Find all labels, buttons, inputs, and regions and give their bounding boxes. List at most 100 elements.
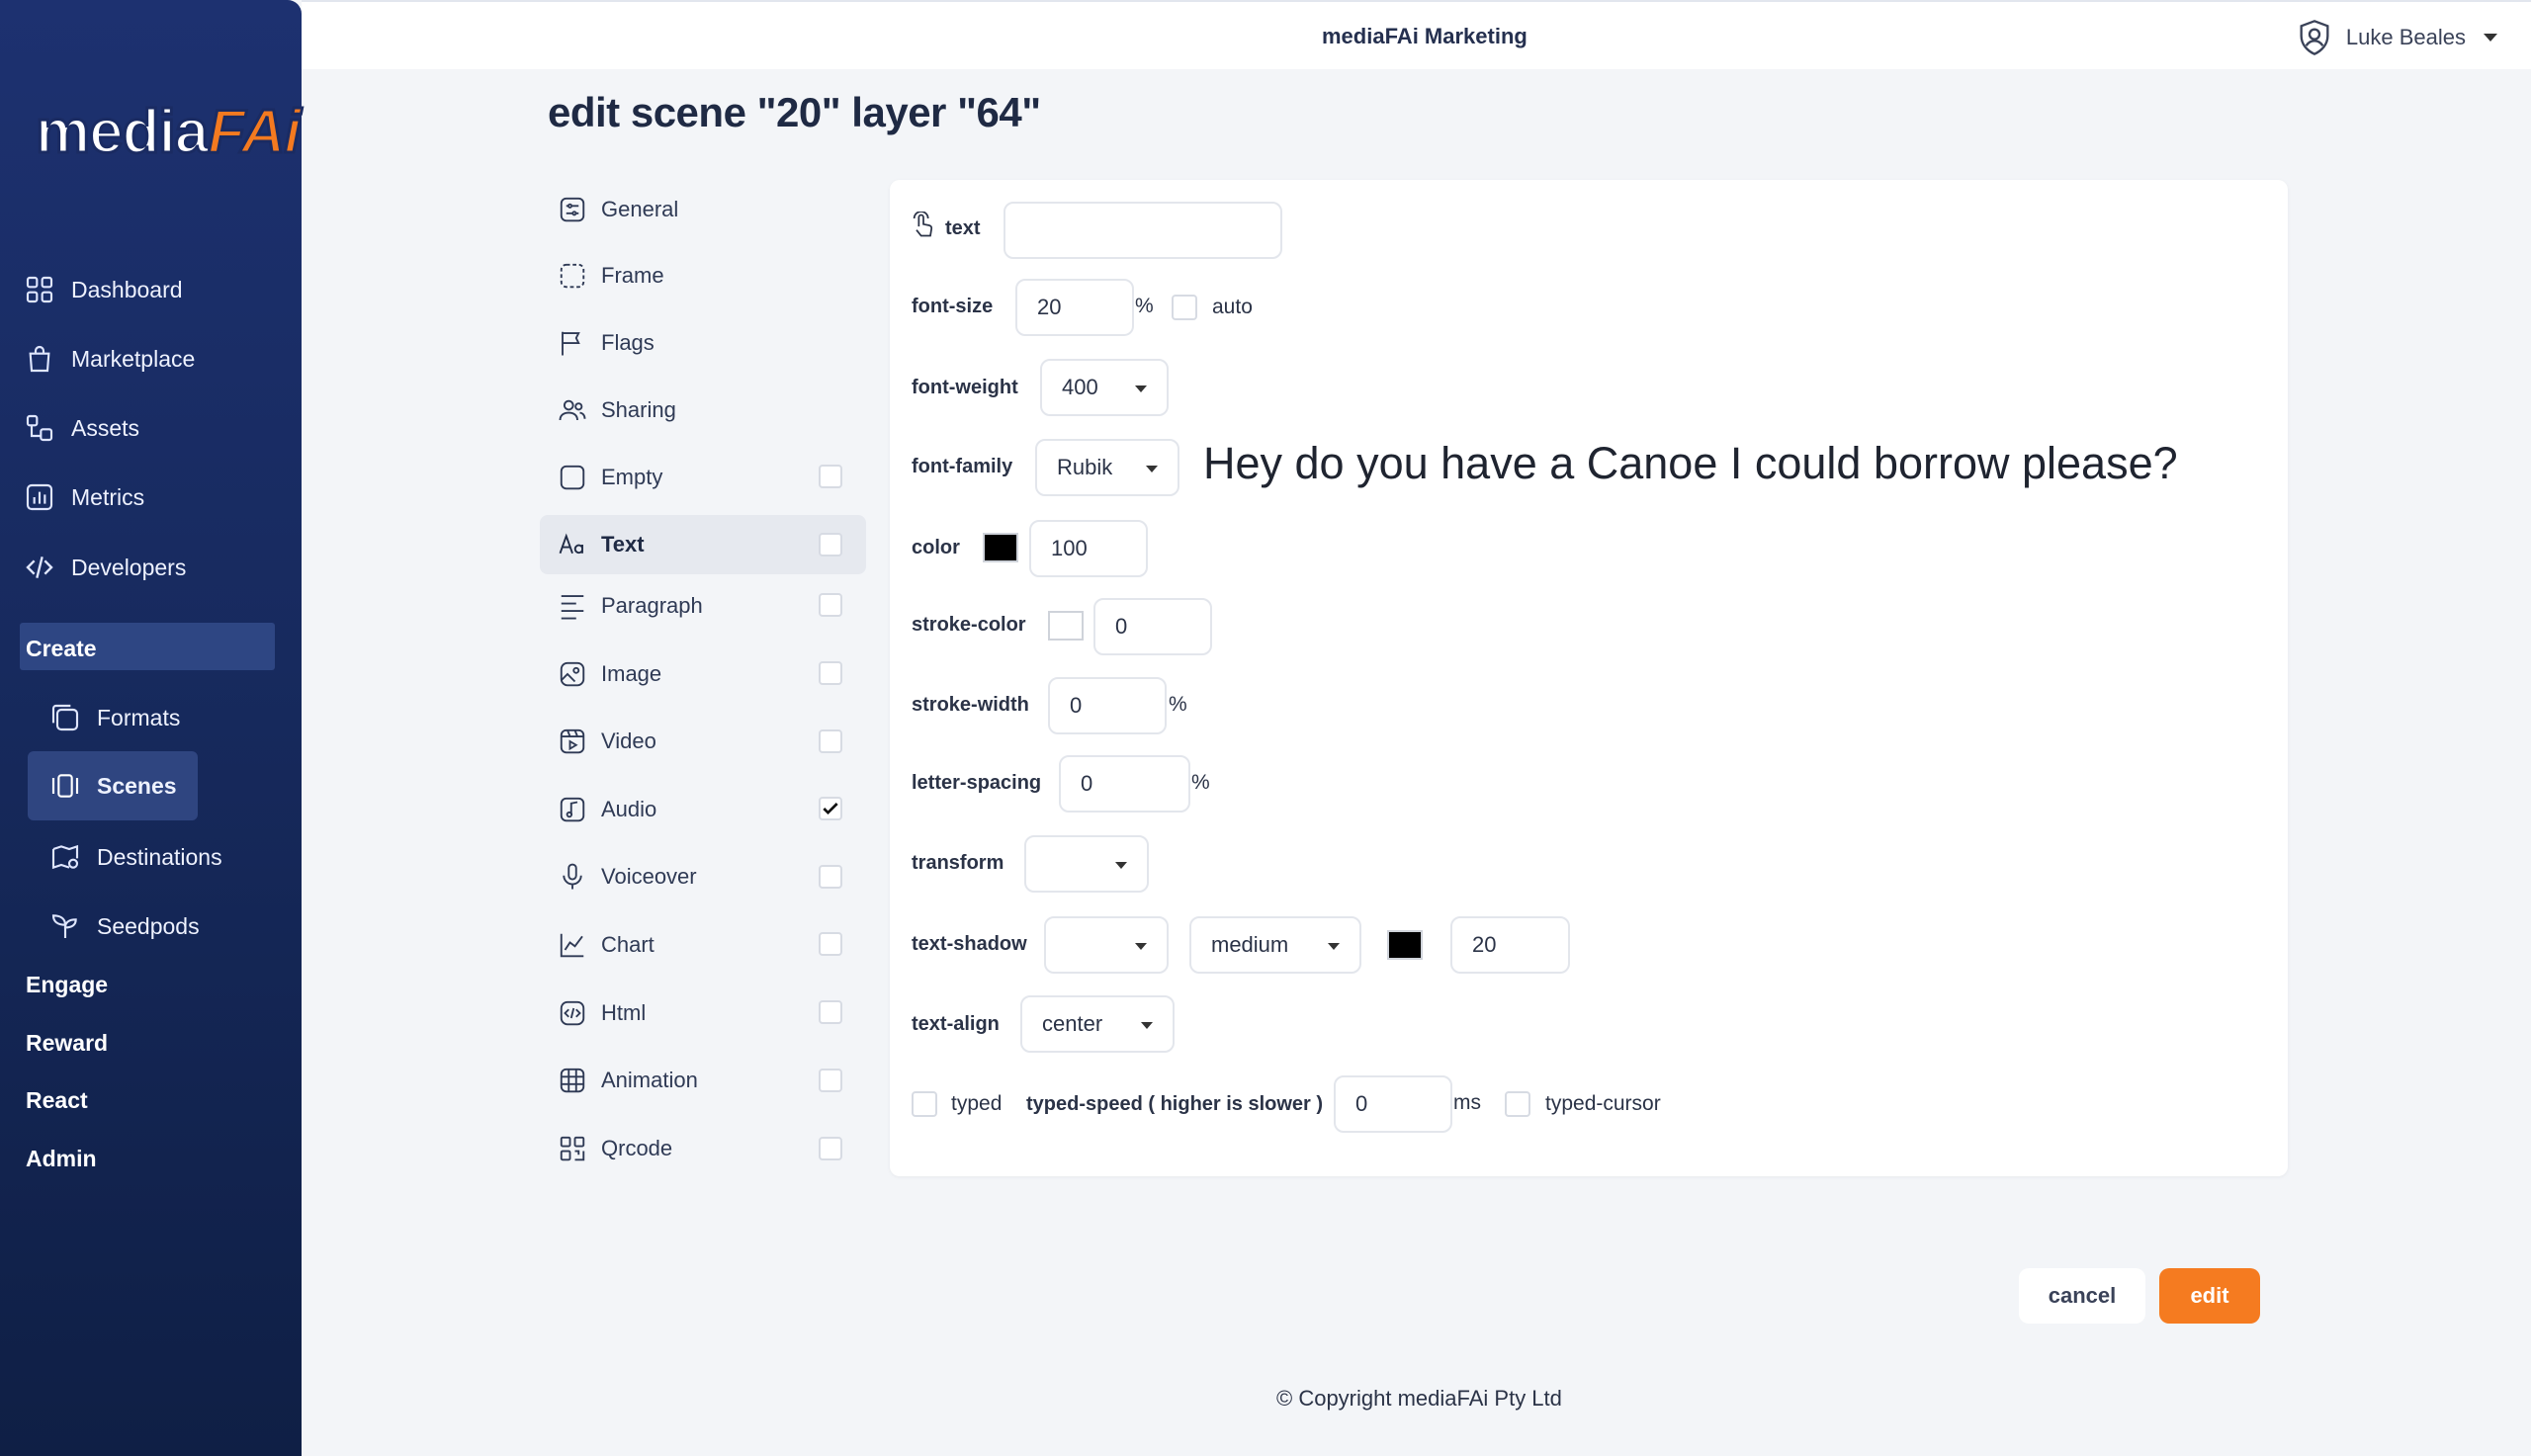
text-shadow-size-select[interactable]: medium: [1189, 916, 1361, 974]
text-input[interactable]: [1004, 202, 1282, 259]
menu-item-empty[interactable]: Empty: [540, 448, 866, 507]
select-value: Rubik: [1057, 455, 1113, 479]
color-label: color: [912, 537, 960, 558]
checkbox-html[interactable]: [819, 1000, 842, 1024]
font-family-label: font-family: [912, 456, 1013, 477]
image-icon: [560, 661, 585, 687]
sidebar-item-destinations[interactable]: Destinations: [49, 835, 222, 879]
stroke-color-label: stroke-color: [912, 614, 1026, 636]
sidebar-item-seedpods[interactable]: Seedpods: [49, 904, 200, 948]
sidebar-item-label: Seedpods: [97, 912, 200, 939]
checkbox-qrcode[interactable]: [819, 1137, 842, 1160]
checkbox-paragraph[interactable]: [819, 593, 842, 617]
menu-item-label: General: [601, 197, 679, 221]
font-family-select[interactable]: Rubik: [1035, 439, 1179, 496]
app-title: mediaFAi Marketing: [1322, 24, 1527, 48]
sidebar-item-label: Developers: [71, 554, 187, 580]
typed-speed-unit: ms: [1453, 1091, 1481, 1114]
caret-down-icon: [1146, 466, 1158, 472]
menu-item-html[interactable]: Html: [540, 984, 866, 1043]
menu-item-general[interactable]: General: [540, 180, 866, 239]
checkbox-empty[interactable]: [819, 465, 842, 488]
transform-select[interactable]: [1024, 835, 1149, 893]
section-reward[interactable]: Reward: [26, 1030, 108, 1057]
cancel-button[interactable]: cancel: [2019, 1268, 2145, 1324]
caret-down-icon: [1135, 943, 1147, 950]
typed-speed-input[interactable]: 0: [1334, 1075, 1452, 1133]
text-shadow-type-select[interactable]: [1044, 916, 1169, 974]
sidebar-item-metrics[interactable]: Metrics: [24, 475, 144, 519]
text-label: text: [945, 217, 981, 239]
letter-spacing-input[interactable]: 0: [1059, 755, 1190, 813]
microphone-icon: [563, 863, 582, 890]
menu-item-sharing[interactable]: Sharing: [540, 381, 866, 440]
text-align-select[interactable]: center: [1020, 995, 1175, 1053]
section-react[interactable]: React: [26, 1087, 88, 1114]
auto-label: auto: [1212, 296, 1253, 318]
typed-label: typed: [951, 1092, 1003, 1115]
letter-spacing-unit: %: [1191, 771, 1210, 794]
color-swatch[interactable]: [983, 533, 1018, 562]
checkbox-video[interactable]: [819, 729, 842, 753]
html-icon: [560, 1000, 585, 1026]
text-icon: [559, 533, 583, 555]
menu-item-frame[interactable]: Frame: [540, 246, 866, 305]
qrcode-icon: [560, 1136, 585, 1161]
checkbox-voiceover[interactable]: [819, 865, 842, 889]
checkbox-text[interactable]: [819, 533, 842, 557]
menu-item-image[interactable]: Image: [540, 644, 866, 704]
font-weight-select[interactable]: 400: [1040, 359, 1169, 416]
video-icon: [560, 728, 585, 754]
logo[interactable]: mediaFAi: [34, 97, 303, 168]
section-engage[interactable]: Engage: [26, 972, 108, 998]
sidebar-item-marketplace[interactable]: Marketplace: [24, 337, 195, 381]
stroke-color-swatch[interactable]: [1048, 611, 1084, 641]
section-admin[interactable]: Admin: [26, 1146, 97, 1172]
stroke-width-input[interactable]: 0: [1048, 677, 1167, 734]
checkbox-chart[interactable]: [819, 932, 842, 956]
checkbox-image[interactable]: [819, 661, 842, 685]
menu-item-voiceover[interactable]: Voiceover: [540, 847, 866, 906]
line-chart-icon: [560, 933, 584, 958]
color-opacity-input[interactable]: 100: [1029, 520, 1148, 577]
sidebar-item-label: Scenes: [97, 772, 177, 799]
section-create[interactable]: Create: [26, 636, 97, 662]
menu-item-label: Empty: [601, 465, 663, 489]
menu-item-text[interactable]: Text: [540, 515, 866, 574]
formats-icon: [51, 704, 79, 731]
auto-checkbox[interactable]: [1172, 295, 1197, 320]
font-size-input[interactable]: 20: [1015, 279, 1134, 336]
menu-item-label: Chart: [601, 932, 655, 957]
edit-button[interactable]: edit: [2159, 1268, 2260, 1324]
sidebar-item-scenes[interactable]: Scenes: [28, 751, 198, 820]
menu-item-label: Text: [601, 532, 645, 557]
checkbox-audio[interactable]: [819, 797, 842, 820]
select-value: medium: [1211, 932, 1289, 957]
text-preview: Hey do you have a Canoe I could borrow p…: [1203, 438, 2178, 488]
sidebar-item-dashboard[interactable]: Dashboard: [24, 268, 183, 311]
menu-item-chart[interactable]: Chart: [540, 915, 866, 975]
menu-item-animation[interactable]: Animation: [540, 1051, 866, 1110]
menu-item-paragraph[interactable]: Paragraph: [540, 576, 866, 636]
font-weight-label: font-weight: [912, 377, 1018, 398]
stroke-width-label: stroke-width: [912, 694, 1029, 716]
text-shadow-value-input[interactable]: 20: [1450, 916, 1570, 974]
menu-item-video[interactable]: Video: [540, 712, 866, 771]
text-shadow-color-swatch[interactable]: [1387, 930, 1423, 960]
menu-item-qrcode[interactable]: Qrcode: [540, 1119, 866, 1178]
typed-checkbox[interactable]: [912, 1091, 937, 1117]
stroke-color-opacity-input[interactable]: 0: [1093, 598, 1212, 655]
sidebar-item-assets[interactable]: Assets: [24, 406, 139, 450]
text-align-label: text-align: [912, 1013, 1000, 1035]
sidebar-item-label: Dashboard: [71, 276, 183, 302]
menu-item-flags[interactable]: Flags: [540, 313, 866, 373]
typed-cursor-checkbox[interactable]: [1505, 1091, 1530, 1117]
select-value: 400: [1062, 375, 1098, 399]
sidebar-item-formats[interactable]: Formats: [49, 696, 180, 739]
assets-icon: [26, 414, 53, 442]
menu-item-audio[interactable]: Audio: [540, 780, 866, 839]
menu-item-label: Frame: [601, 263, 664, 288]
sidebar-item-developers[interactable]: Developers: [24, 546, 186, 589]
user-menu[interactable]: Luke Beales: [2295, 18, 2497, 57]
checkbox-animation[interactable]: [819, 1069, 842, 1092]
